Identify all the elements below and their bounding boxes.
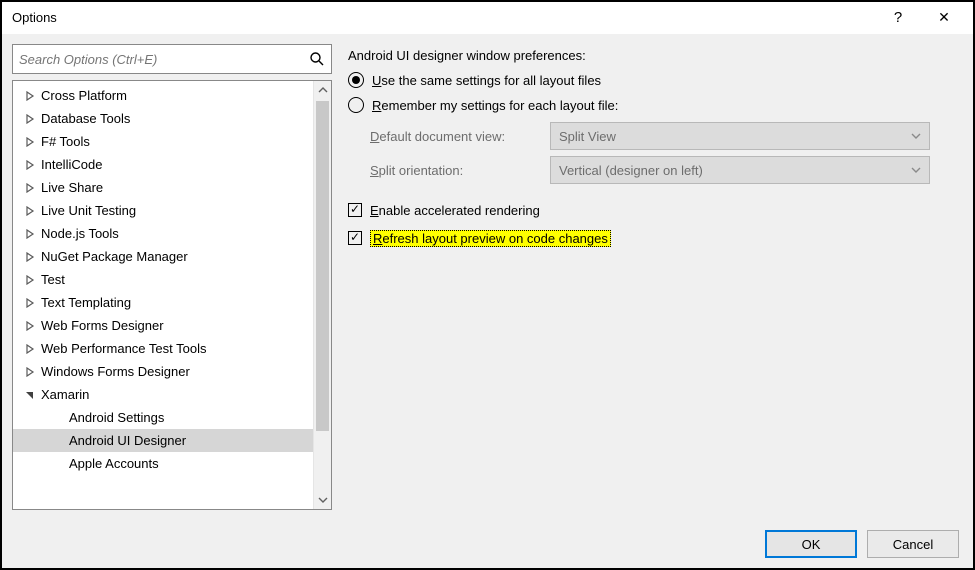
scroll-thumb[interactable]	[316, 101, 329, 431]
checkbox-refresh-label: Refresh layout preview on code changes	[370, 230, 611, 247]
collapsed-icon[interactable]	[23, 252, 37, 262]
tree-item-label: Xamarin	[37, 387, 89, 402]
ok-button[interactable]: OK	[765, 530, 857, 558]
close-button[interactable]: ✕	[921, 3, 967, 33]
tree-item[interactable]: Live Unit Testing	[13, 199, 313, 222]
chevron-down-icon	[911, 165, 921, 175]
tree-item[interactable]: Text Templating	[13, 291, 313, 314]
chevron-down-icon	[911, 131, 921, 141]
collapsed-icon[interactable]	[23, 344, 37, 354]
help-icon: ?	[894, 9, 902, 26]
options-tree: Cross Platform Database Tools F# Tools Inte…	[12, 80, 332, 510]
default-view-value: Split View	[559, 129, 616, 144]
tree-item-label: Windows Forms Designer	[37, 364, 190, 379]
tree-item-label: Live Share	[37, 180, 103, 195]
radio-remember-label: Remember my settings for each layout fil…	[372, 98, 618, 113]
split-orient-combo[interactable]: Vertical (designer on left)	[550, 156, 930, 184]
tree-item[interactable]: Windows Forms Designer	[13, 360, 313, 383]
right-column: Android UI designer window preferences: …	[344, 44, 963, 510]
cancel-button[interactable]: Cancel	[867, 530, 959, 558]
collapsed-icon[interactable]	[23, 137, 37, 147]
tree-item-label: Test	[37, 272, 65, 287]
remember-sub-options: Default document view: Split View Split …	[348, 122, 957, 184]
collapsed-icon[interactable]	[23, 275, 37, 285]
dialog-footer: OK Cancel	[2, 520, 973, 568]
close-icon: ✕	[938, 9, 950, 26]
tree-item[interactable]: Xamarin	[13, 383, 313, 406]
collapsed-icon[interactable]	[23, 321, 37, 331]
tree-item-label: Android Settings	[65, 410, 164, 425]
tree-item-label: Database Tools	[37, 111, 130, 126]
checkbox-accelerated-label: Enable accelerated rendering	[370, 203, 540, 218]
tree-item[interactable]: Test	[13, 268, 313, 291]
tree-item[interactable]: NuGet Package Manager	[13, 245, 313, 268]
tree-item[interactable]: Live Share	[13, 176, 313, 199]
collapsed-icon[interactable]	[23, 160, 37, 170]
collapsed-icon[interactable]	[23, 367, 37, 377]
radio-icon	[348, 72, 364, 88]
tree-scrollbar[interactable]	[313, 81, 331, 509]
tree-item-label: Cross Platform	[37, 88, 127, 103]
titlebar: Options ? ✕	[2, 2, 973, 34]
checkbox-icon	[348, 231, 362, 245]
tree-item[interactable]: Apple Accounts	[13, 452, 313, 475]
expanded-icon[interactable]	[23, 390, 37, 400]
tree-item[interactable]: Cross Platform	[13, 84, 313, 107]
window-title: Options	[12, 10, 875, 25]
collapsed-icon[interactable]	[23, 91, 37, 101]
tree-item[interactable]: Android UI Designer	[13, 429, 313, 452]
checkbox-accelerated[interactable]: Enable accelerated rendering	[348, 200, 957, 220]
options-dialog: Options ? ✕ Cross Platform Database Tools…	[0, 0, 975, 570]
radio-use-same-label: Use the same settings for all layout fil…	[372, 73, 601, 88]
default-view-row: Default document view: Split View	[370, 122, 957, 150]
tree-item[interactable]: Database Tools	[13, 107, 313, 130]
options-tree-inner: Cross Platform Database Tools F# Tools Inte…	[13, 81, 313, 509]
tree-item[interactable]: Android Settings	[13, 406, 313, 429]
scroll-up-icon[interactable]	[314, 81, 332, 99]
search-input[interactable]	[13, 45, 331, 73]
default-view-label: Default document view:	[370, 129, 540, 144]
radio-remember[interactable]: Remember my settings for each layout fil…	[348, 94, 957, 116]
content-area: Cross Platform Database Tools F# Tools Inte…	[2, 34, 973, 520]
tree-item-label: IntelliCode	[37, 157, 102, 172]
collapsed-icon[interactable]	[23, 298, 37, 308]
tree-item[interactable]: Web Forms Designer	[13, 314, 313, 337]
collapsed-icon[interactable]	[23, 229, 37, 239]
search-field-wrap	[12, 44, 332, 74]
default-view-combo[interactable]: Split View	[550, 122, 930, 150]
tree-item[interactable]: IntelliCode	[13, 153, 313, 176]
checkbox-icon	[348, 203, 362, 217]
prefs-heading: Android UI designer window preferences:	[348, 48, 957, 63]
tree-item-label: Live Unit Testing	[37, 203, 136, 218]
collapsed-icon[interactable]	[23, 114, 37, 124]
checkbox-refresh[interactable]: Refresh layout preview on code changes	[348, 228, 957, 248]
left-column: Cross Platform Database Tools F# Tools Inte…	[12, 44, 332, 510]
tree-item-label: Text Templating	[37, 295, 131, 310]
tree-item-label: Web Performance Test Tools	[37, 341, 206, 356]
split-orient-value: Vertical (designer on left)	[559, 163, 703, 178]
collapsed-icon[interactable]	[23, 206, 37, 216]
tree-item[interactable]: Node.js Tools	[13, 222, 313, 245]
split-orient-row: Split orientation: Vertical (designer on…	[370, 156, 957, 184]
tree-item-label: Web Forms Designer	[37, 318, 164, 333]
tree-item-label: Node.js Tools	[37, 226, 119, 241]
scroll-down-icon[interactable]	[314, 491, 332, 509]
collapsed-icon[interactable]	[23, 183, 37, 193]
search-icon[interactable]	[309, 51, 325, 67]
radio-use-same[interactable]: Use the same settings for all layout fil…	[348, 69, 957, 91]
tree-item-label: F# Tools	[37, 134, 90, 149]
tree-item[interactable]: Web Performance Test Tools	[13, 337, 313, 360]
help-button[interactable]: ?	[875, 3, 921, 33]
tree-item-label: Android UI Designer	[65, 433, 186, 448]
tree-item-label: Apple Accounts	[65, 456, 159, 471]
tree-item-label: NuGet Package Manager	[37, 249, 188, 264]
radio-icon	[348, 97, 364, 113]
tree-item[interactable]: F# Tools	[13, 130, 313, 153]
split-orient-label: Split orientation:	[370, 163, 540, 178]
